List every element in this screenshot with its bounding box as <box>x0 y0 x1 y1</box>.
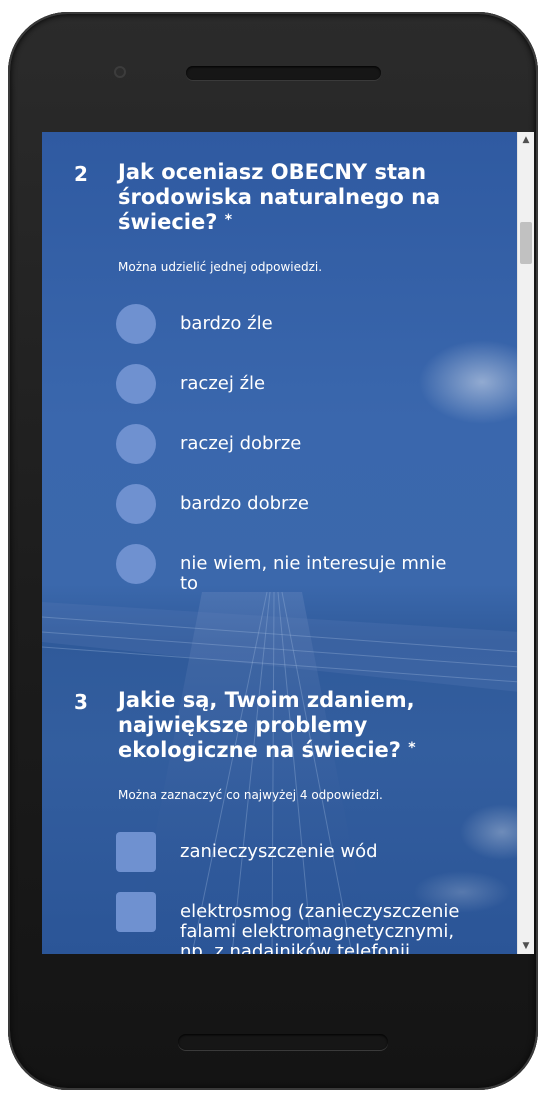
radio-button[interactable] <box>116 484 156 524</box>
checkbox[interactable] <box>116 892 156 932</box>
required-asterisk: * <box>224 212 233 228</box>
earpiece-speaker <box>186 66 381 80</box>
vertical-scrollbar[interactable]: ▲ ▼ <box>517 132 534 954</box>
question-hint: Można udzielić jednej odpowiedzi. <box>118 260 323 274</box>
radio-button[interactable] <box>116 364 156 404</box>
radio-option-bardzo-zle[interactable]: bardzo źle <box>116 304 476 344</box>
scrollbar-thumb[interactable] <box>520 222 532 264</box>
checkbox-option-zanieczyszczenie-wod[interactable]: zanieczyszczenie wód <box>116 832 476 872</box>
option-label: elektrosmog (zanieczyszczenie falami ele… <box>180 901 460 955</box>
option-label: zanieczyszczenie wód <box>180 841 378 862</box>
question-number: 2 <box>74 162 88 186</box>
question-title-text: Jakie są, Twoim zdaniem, największe prob… <box>118 688 415 762</box>
option-label: bardzo źle <box>180 313 273 334</box>
scroll-up-arrow-icon[interactable]: ▲ <box>518 132 534 148</box>
front-camera <box>114 66 126 78</box>
radio-button[interactable] <box>116 544 156 584</box>
option-label: raczej źle <box>180 373 266 394</box>
question-hint: Można zaznaczyć co najwyżej 4 odpowiedzi… <box>118 788 383 802</box>
question-title: Jak oceniasz OBECNY stan środowiska natu… <box>118 160 478 235</box>
phone-frame: 2 Jak oceniasz OBECNY stan środowiska na… <box>8 12 538 1090</box>
scroll-down-arrow-icon[interactable]: ▼ <box>518 938 534 954</box>
checkbox[interactable] <box>116 832 156 872</box>
checkbox-option-elektrosmog[interactable]: elektrosmog (zanieczyszczenie falami ele… <box>116 892 476 954</box>
question-number: 3 <box>74 690 88 714</box>
question-title-text: Jak oceniasz OBECNY stan środowiska natu… <box>118 160 441 234</box>
form-content: 2 Jak oceniasz OBECNY stan środowiska na… <box>42 132 518 954</box>
screen: 2 Jak oceniasz OBECNY stan środowiska na… <box>42 132 534 954</box>
question-title: Jakie są, Twoim zdaniem, największe prob… <box>118 688 478 763</box>
option-label: nie wiem, nie interesuje mnie to <box>180 553 447 594</box>
bottom-speaker <box>178 1034 388 1050</box>
radio-button[interactable] <box>116 424 156 464</box>
required-asterisk: * <box>408 740 416 756</box>
radio-option-nie-wiem[interactable]: nie wiem, nie interesuje mnie to <box>116 544 476 594</box>
option-label: raczej dobrze <box>180 433 302 454</box>
radio-option-raczej-zle[interactable]: raczej źle <box>116 364 476 404</box>
radio-option-bardzo-dobrze[interactable]: bardzo dobrze <box>116 484 476 524</box>
radio-button[interactable] <box>116 304 156 344</box>
radio-option-raczej-dobrze[interactable]: raczej dobrze <box>116 424 476 464</box>
option-label: bardzo dobrze <box>180 493 309 514</box>
